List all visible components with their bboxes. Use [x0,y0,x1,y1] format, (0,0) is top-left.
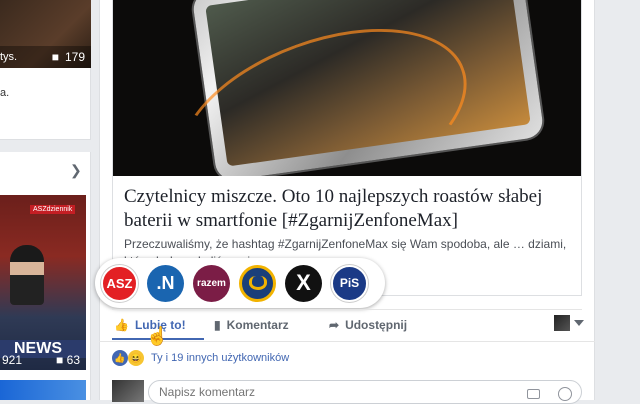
right-gutter [595,0,640,400]
post-actions: 👍 Lubię to! ▮ Komentarz ➦ Udostępnij [112,312,582,338]
reaction-asz[interactable]: ASZ [101,264,138,302]
left-thumbnail[interactable]: tys. ■ 179 [0,0,91,68]
hand-cursor-icon: ☝ [146,326,169,346]
like-reaction-icon: 👍 [112,350,128,366]
link-title[interactable]: Czytelnicy miszcze. Oto 10 najlepszych r… [124,185,572,233]
comment-input[interactable] [148,380,582,404]
news-stats: 921 ■ 63 [0,350,86,370]
left-thumbnail-meta: tys. ■ 179 [0,46,91,68]
left-thumbnail-caption: tys. [0,51,18,63]
left-comment-count: 179 [64,50,85,64]
left-card-text: a. [0,87,10,99]
comment-label: Komentarz [226,318,289,332]
comment-composer [112,378,582,404]
reaction-x[interactable]: X [285,264,322,302]
reaction-po[interactable] [239,264,276,302]
po-logo-icon [248,276,267,290]
news-anchor-figure [10,245,44,305]
left-bottom-thumbnail[interactable] [0,380,86,400]
haha-reaction-icon: 😆 [128,350,144,366]
reaction-nowoczesna[interactable]: .N [147,264,184,302]
chevron-down-icon [574,320,584,326]
comment-icon: ■ [51,50,59,64]
news-comments: ■ 63 [56,353,80,367]
comment-icon: ■ [56,353,64,367]
left-feed-card: tys. ■ 179 a. [0,0,91,140]
avatar [554,315,570,331]
likes-divider [99,341,595,342]
camera-icon[interactable] [527,389,540,399]
emoji-icon[interactable] [558,387,572,401]
comment-button[interactable]: ▮ Komentarz [214,318,329,332]
comment-icon: ▮ [214,318,221,332]
share-arrow-icon: ➦ [329,318,340,332]
reaction-picker: ASZ .N razem X PiS [95,258,385,308]
likes-summary[interactable]: 👍 😆 Ty i 19 innych użytkowników [112,350,289,366]
post-as-selector[interactable] [554,315,584,331]
avatar [112,380,144,402]
action-divider [112,309,582,310]
news-channel-badge: ASZdziennik [30,205,76,214]
thumbs-up-icon: 👍 [114,318,129,332]
share-label: Udostępnij [345,318,408,332]
link-preview-image[interactable] [113,0,581,176]
share-button[interactable]: ➦ Udostępnij [329,318,529,332]
chevron-right-icon[interactable]: ❯ [70,162,82,179]
likes-summary-text[interactable]: Ty i 19 innych użytkowników [151,352,289,364]
reaction-razem[interactable]: razem [193,264,230,302]
reaction-pis[interactable]: PiS [331,264,368,302]
news-view-count: 921 [2,353,23,367]
news-comment-count: 63 [66,353,80,367]
